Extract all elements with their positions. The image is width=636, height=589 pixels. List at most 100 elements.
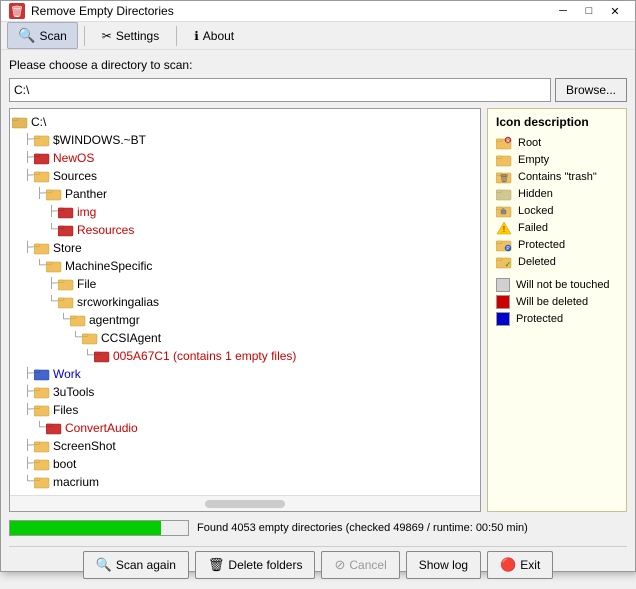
browse-button[interactable]: Browse... [555,78,627,102]
tree-row[interactable]: ├─ NewOS [10,149,480,167]
tree-row[interactable]: ├─ ScreenShot [10,437,480,455]
title-bar: 🗑 Remove Empty Directories ─ □ ✕ [1,1,635,22]
tree-row[interactable]: └─ 005A67C1 (contains 1 empty files) [10,347,480,365]
tree-row[interactable]: └─ srcworkingalias [10,293,480,311]
about-label: About [203,29,234,43]
tree-row[interactable]: ├─ $WINDOWS.~BT [10,131,480,149]
folder-icon [34,133,50,147]
tree-row[interactable]: ├─ Panther [10,185,480,203]
tree-row[interactable]: └─ MachineSpecific [10,257,480,275]
tree-row[interactable]: └─ Resources [10,221,480,239]
tree-row[interactable]: └─ macrium [10,473,480,491]
protected-icon: P [496,238,512,252]
folder-icon-red [58,223,74,237]
locked-icon [496,204,512,218]
about-icon: ℹ [194,29,199,43]
tree-row[interactable]: ├─ Store [10,239,480,257]
content-area: Please choose a directory to scan: Brows… [1,50,635,589]
settings-button[interactable]: ✂ Settings [91,24,170,48]
failed-icon: ! [496,221,512,235]
h-scroll-thumb[interactable] [205,500,285,508]
folder-icon [34,403,50,417]
root-icon: R [496,136,512,150]
tree-panel: C:\ ├─ $WINDOWS.~BT [9,108,481,512]
legend-protected-label: Protected [518,239,565,251]
app-icon: 🗑 [9,3,25,19]
show-log-button[interactable]: Show log [406,551,481,579]
tree-row[interactable]: ├─ boot [10,455,480,473]
tree-scroll[interactable]: C:\ ├─ $WINDOWS.~BT [10,109,480,495]
icon-description-panel: Icon description R Root [487,108,627,512]
folder-icon-red [46,421,62,435]
legend-trash-label: Contains "trash" [518,171,597,183]
legend-deleted-label: Deleted [518,256,556,268]
hidden-icon [496,187,512,201]
trash-icon: 🗑 [496,170,512,184]
tree-row[interactable]: ├─ Files [10,401,480,419]
about-button[interactable]: ℹ About [183,24,245,48]
tree-horizontal-scrollbar[interactable] [10,495,480,511]
tree-row[interactable]: ├─ File [10,275,480,293]
legend-root: R Root [496,136,618,150]
folder-icon [12,115,28,129]
toolbar-separator-2 [176,26,177,46]
delete-folders-label: Delete folders [228,558,302,572]
legend-not-touched: Will not be touched [496,278,618,292]
cancel-button[interactable]: ⊘ Cancel [321,551,399,579]
legend-hidden-label: Hidden [518,188,553,200]
window-title: Remove Empty Directories [31,4,551,18]
folder-icon [34,241,50,255]
scan-label: Scan [39,29,66,43]
tree-row[interactable]: ├─ Work [10,365,480,383]
window-controls: ─ □ ✕ [551,1,627,21]
exit-button[interactable]: 🔴 Exit [487,551,553,579]
scan-again-icon: 🔍 [96,557,112,573]
tree-row[interactable]: ├─ 3uTools [10,383,480,401]
deleted-icon: ✓ [496,255,512,269]
delete-folders-button[interactable]: 🗑 Delete folders [195,551,316,579]
delete-folders-icon: 🗑 [208,557,225,573]
show-log-label: Show log [419,558,468,572]
tree-row[interactable]: ├─ img [10,203,480,221]
close-button[interactable]: ✕ [603,1,627,21]
legend-will-delete-label: Will be deleted [516,296,588,308]
legend-will-delete: Will be deleted [496,295,618,309]
settings-icon: ✂ [102,29,112,43]
legend-empty: Empty [496,153,618,167]
folder-icon [46,259,62,273]
tree-row[interactable]: C:\ [10,113,480,131]
protected-color [496,312,510,326]
scan-button[interactable]: 🔍 Scan [7,22,78,49]
folder-icon [58,277,74,291]
tree-row[interactable]: └─ CCSIAgent [10,329,480,347]
svg-text:R: R [506,139,510,145]
legend-locked-label: Locked [518,205,553,217]
folder-icon [34,385,50,399]
folder-icon [46,187,62,201]
tree-row[interactable]: └─ agentmgr [10,311,480,329]
directory-label: Please choose a directory to scan: [9,58,627,72]
legend-failed-label: Failed [518,222,548,234]
progress-bar-inner [10,521,161,535]
will-delete-color [496,295,510,309]
scan-again-button[interactable]: 🔍 Scan again [83,551,189,579]
minimize-button[interactable]: ─ [551,1,575,21]
legend-not-touched-label: Will not be touched [516,279,610,291]
legend-locked: Locked [496,204,618,218]
folder-icon-red [34,151,50,165]
directory-row: Browse... [9,78,627,102]
main-area: C:\ ├─ $WINDOWS.~BT [9,108,627,512]
maximize-button[interactable]: □ [577,1,601,21]
tree-row[interactable]: ├─ Sources [10,167,480,185]
folder-icon [34,475,50,489]
legend-root-label: Root [518,137,541,149]
progress-area: Found 4053 empty directories (checked 49… [9,518,627,538]
directory-input[interactable] [9,78,551,102]
folder-icon [58,295,74,309]
tree-row[interactable]: └─ ConvertAudio [10,419,480,437]
folder-icon-blue [34,367,50,381]
folder-icon-red [94,349,110,363]
toolbar-separator-1 [84,26,85,46]
svg-text:🗑: 🗑 [499,174,509,183]
legend-protected-color-label: Protected [516,313,563,325]
